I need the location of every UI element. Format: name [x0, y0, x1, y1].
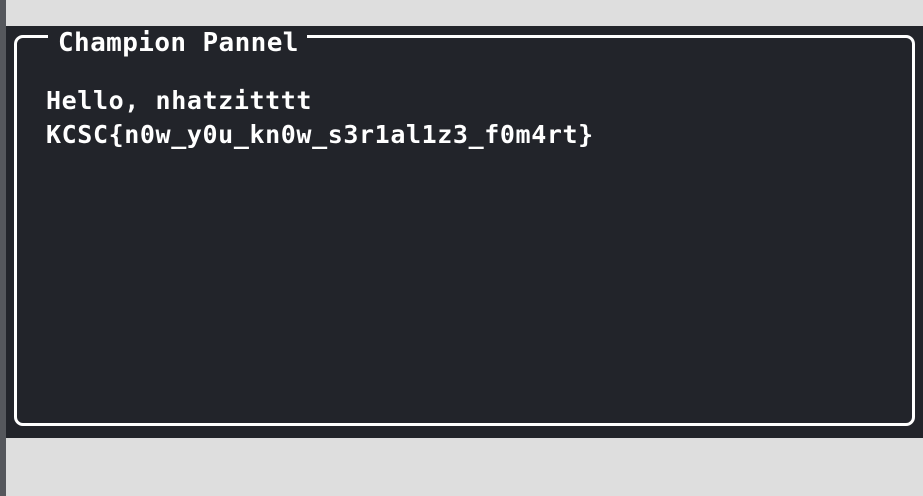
- champion-panel: Champion Pannel Hello, nhatzitttt KCSC{n…: [6, 26, 923, 438]
- panel-title: Champion Pannel: [48, 26, 307, 60]
- panel-content: Hello, nhatzitttt KCSC{n0w_y0u_kn0w_s3r1…: [46, 84, 594, 152]
- greeting-text: Hello, nhatzitttt: [46, 86, 313, 115]
- flag-text: KCSC{n0w_y0u_kn0w_s3r1al1z3_f0m4rt}: [46, 120, 594, 149]
